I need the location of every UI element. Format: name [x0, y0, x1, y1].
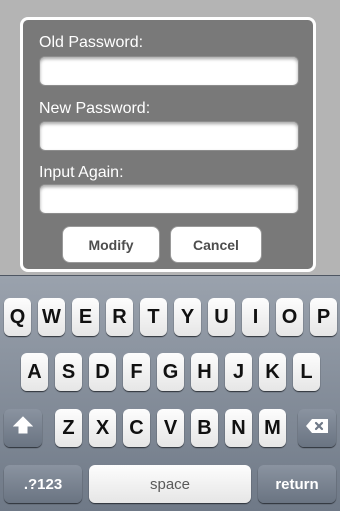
- keyboard: Q W E R T Y U I O P A S D F G H J K L Z …: [0, 275, 340, 511]
- key-a[interactable]: A: [21, 353, 48, 391]
- input-again-field[interactable]: [39, 184, 299, 214]
- new-password-field[interactable]: [39, 121, 299, 151]
- key-j[interactable]: J: [225, 353, 252, 391]
- input-again-label: Input Again:: [39, 164, 124, 181]
- key-n[interactable]: N: [225, 409, 252, 447]
- key-v[interactable]: V: [157, 409, 184, 447]
- key-w[interactable]: W: [38, 298, 65, 336]
- modify-button[interactable]: Modify: [62, 226, 160, 263]
- return-key[interactable]: return: [258, 465, 336, 503]
- key-h[interactable]: H: [191, 353, 218, 391]
- cancel-button[interactable]: Cancel: [170, 226, 262, 263]
- space-key[interactable]: space: [89, 465, 251, 503]
- key-b[interactable]: B: [191, 409, 218, 447]
- change-password-dialog: Old Password: New Password: Input Again:…: [20, 17, 316, 272]
- key-k[interactable]: K: [259, 353, 286, 391]
- key-o[interactable]: O: [276, 298, 303, 336]
- key-l[interactable]: L: [293, 353, 320, 391]
- key-s[interactable]: S: [55, 353, 82, 391]
- shift-key[interactable]: [4, 409, 42, 447]
- key-y[interactable]: Y: [174, 298, 201, 336]
- key-d[interactable]: D: [89, 353, 116, 391]
- key-z[interactable]: Z: [55, 409, 82, 447]
- key-e[interactable]: E: [72, 298, 99, 336]
- key-q[interactable]: Q: [4, 298, 31, 336]
- key-r[interactable]: R: [106, 298, 133, 336]
- old-password-field[interactable]: [39, 56, 299, 86]
- key-t[interactable]: T: [140, 298, 167, 336]
- key-f[interactable]: F: [123, 353, 150, 391]
- backspace-icon: [305, 417, 329, 440]
- key-p[interactable]: P: [310, 298, 337, 336]
- key-x[interactable]: X: [89, 409, 116, 447]
- key-c[interactable]: C: [123, 409, 150, 447]
- key-u[interactable]: U: [208, 298, 235, 336]
- new-password-label: New Password:: [39, 100, 151, 117]
- shift-icon: [12, 416, 34, 440]
- key-m[interactable]: M: [259, 409, 286, 447]
- backspace-key[interactable]: [298, 409, 336, 447]
- numbers-key[interactable]: .?123: [4, 465, 82, 503]
- old-password-label: Old Password:: [39, 34, 144, 51]
- key-i[interactable]: I: [242, 298, 269, 336]
- key-g[interactable]: G: [157, 353, 184, 391]
